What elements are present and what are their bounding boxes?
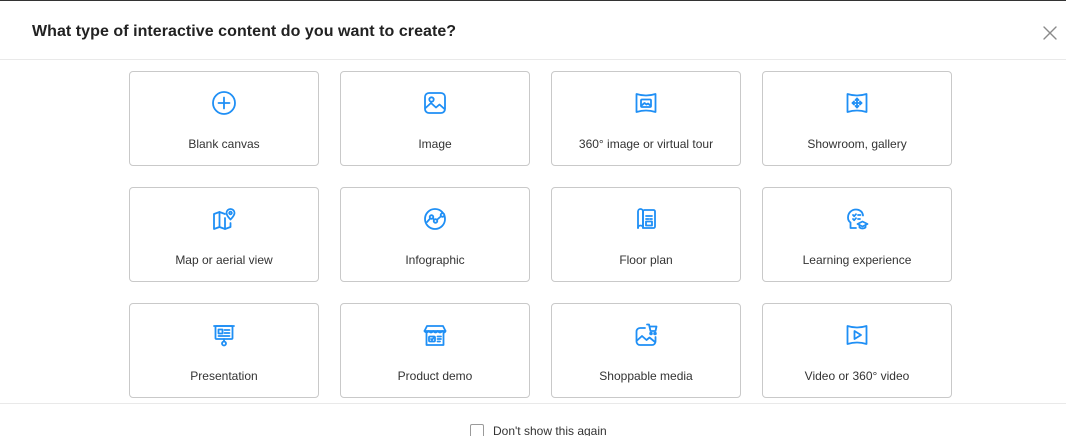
- option-video-360[interactable]: Video or 360° video: [762, 303, 952, 398]
- option-product-demo[interactable]: Product demo: [340, 303, 530, 398]
- option-label: Product demo: [397, 369, 473, 383]
- option-infographic[interactable]: Infographic: [340, 187, 530, 282]
- showroom-move-icon: [843, 89, 871, 117]
- presentation-board-icon: [210, 321, 238, 349]
- option-shoppable-media[interactable]: Shoppable media: [551, 303, 741, 398]
- option-label: 360° image or virtual tour: [578, 137, 714, 151]
- close-icon: [1043, 26, 1057, 40]
- option-label: Map or aerial view: [175, 253, 273, 267]
- content-type-grid: Blank canvas Image 360° image or virtual…: [129, 71, 952, 398]
- floor-plan-icon: [632, 205, 660, 233]
- option-blank-canvas[interactable]: Blank canvas: [129, 71, 319, 166]
- storefront-icon: [421, 321, 449, 349]
- option-360-image[interactable]: 360° image or virtual tour: [551, 71, 741, 166]
- option-label: Floor plan: [619, 253, 673, 267]
- video-play-icon: [843, 321, 871, 349]
- dialog-header: What type of interactive content do you …: [0, 1, 1066, 60]
- option-label: Learning experience: [802, 253, 912, 267]
- option-label: Image: [418, 137, 452, 151]
- option-label: Video or 360° video: [804, 369, 910, 383]
- option-map-aerial[interactable]: Map or aerial view: [129, 187, 319, 282]
- dont-show-again-checkbox[interactable]: [470, 424, 484, 436]
- option-presentation[interactable]: Presentation: [129, 303, 319, 398]
- dont-show-again-label: Don't show this again: [493, 424, 607, 436]
- image-icon: [421, 89, 449, 117]
- option-label: Showroom, gallery: [807, 137, 907, 151]
- plus-circle-icon: [210, 89, 238, 117]
- dont-show-again-toggle[interactable]: Don't show this again: [470, 424, 607, 436]
- dialog-footer: Don't show this again: [0, 403, 1066, 436]
- infographic-chart-icon: [421, 205, 449, 233]
- close-button[interactable]: [1036, 19, 1064, 47]
- option-image[interactable]: Image: [340, 71, 530, 166]
- option-learning-experience[interactable]: Learning experience: [762, 187, 952, 282]
- option-floor-plan[interactable]: Floor plan: [551, 187, 741, 282]
- option-label: Blank canvas: [188, 137, 260, 151]
- learning-icon: [843, 205, 871, 233]
- map-pin-icon: [210, 205, 238, 233]
- option-label: Shoppable media: [599, 369, 693, 383]
- dialog-title: What type of interactive content do you …: [32, 23, 457, 40]
- shopping-cart-image-icon: [632, 321, 660, 349]
- option-label: Infographic: [405, 253, 465, 267]
- option-showroom-gallery[interactable]: Showroom, gallery: [762, 71, 952, 166]
- option-label: Presentation: [190, 369, 258, 383]
- panorama-image-icon: [632, 89, 660, 117]
